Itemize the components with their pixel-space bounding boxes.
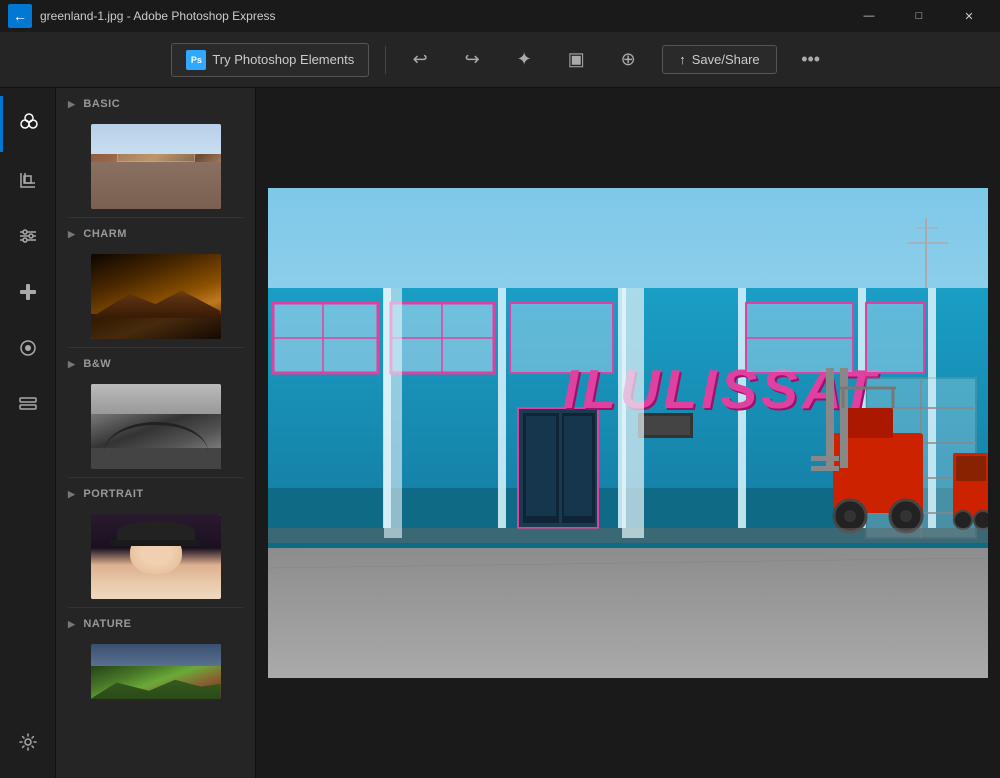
ps-icon: Ps [186,50,206,70]
settings-icon [17,731,39,753]
filter-category-portrait-label: PORTRAIT [83,488,143,500]
minimize-button[interactable]: — [846,0,892,32]
canvas-area: ILULISSAT [256,88,1000,778]
filters-icon [18,113,40,135]
titlebar-left: ← greenland-1.jpg - Adobe Photoshop Expr… [8,4,276,28]
icon-sidebar [0,88,56,778]
magic-button[interactable]: ✦ [506,42,542,78]
chevron-basic: ▶ [68,99,75,110]
more-button[interactable]: ••• [793,42,829,78]
filter-category-nature: ▶ NATURE [56,608,255,699]
maximize-button[interactable]: □ [896,0,942,32]
chevron-bw: ▶ [68,359,75,370]
sidebar-item-effects[interactable] [0,320,56,376]
filter-category-charm: ▶ CHARM [56,218,255,339]
window-title: greenland-1.jpg - Adobe Photoshop Expres… [40,9,276,23]
main-content: ▶ BASIC ▶ CHARM [0,88,1000,778]
layers-icon [17,393,39,415]
filter-category-bw: ▶ B&W [56,348,255,469]
filter-category-charm-header[interactable]: ▶ CHARM [56,218,255,250]
try-photoshop-button[interactable]: Ps Try Photoshop Elements [171,43,369,77]
heal-icon [17,281,39,303]
toolbar: Ps Try Photoshop Elements ↩ ↪ ✦ ▣ ⊕ ↑ Sa… [0,32,1000,88]
undo-button[interactable]: ↩ [402,42,438,78]
filter-preview-bw[interactable] [91,384,221,469]
titlebar: ← greenland-1.jpg - Adobe Photoshop Expr… [0,0,1000,32]
chevron-nature: ▶ [68,619,75,630]
toolbar-center: Ps Try Photoshop Elements ↩ ↪ ✦ ▣ ⊕ ↑ Sa… [171,42,828,78]
adjustments-icon [17,225,39,247]
toolbar-divider-1 [385,46,386,74]
sidebar-item-adjustments[interactable] [0,208,56,264]
chevron-portrait: ▶ [68,489,75,500]
try-photoshop-label: Try Photoshop Elements [212,52,354,67]
window-controls: — □ ✕ [846,0,992,32]
effects-icon [17,337,39,359]
chevron-charm: ▶ [68,229,75,240]
sidebar-item-settings[interactable] [0,714,56,770]
close-button[interactable]: ✕ [946,0,992,32]
filter-category-basic-label: BASIC [83,98,120,110]
filter-category-basic: ▶ BASIC [56,88,255,209]
filter-category-nature-header[interactable]: ▶ NATURE [56,608,255,640]
filter-category-bw-label: B&W [83,358,111,370]
crop-icon [17,169,39,191]
filter-panel: ▶ BASIC ▶ CHARM [56,88,256,778]
filter-category-basic-header[interactable]: ▶ BASIC [56,88,255,120]
sidebar-item-layers[interactable] [0,376,56,432]
redo-button[interactable]: ↪ [454,42,490,78]
back-button[interactable]: ← [8,4,32,28]
save-icon: ↑ [679,52,686,67]
filter-category-portrait-header[interactable]: ▶ PORTRAIT [56,478,255,510]
photo-canvas: ILULISSAT [268,188,988,678]
zoom-button[interactable]: ⊕ [610,42,646,78]
save-label: Save/Share [692,52,760,67]
filter-preview-basic[interactable] [91,124,221,209]
filter-category-nature-label: NATURE [83,618,131,630]
filter-preview-nature[interactable] [91,644,221,699]
filter-category-portrait: ▶ PORTRAIT [56,478,255,599]
save-share-button[interactable]: ↑ Save/Share [662,45,776,74]
filter-preview-portrait[interactable] [91,514,221,599]
sidebar-item-crop[interactable] [0,152,56,208]
filter-preview-charm[interactable] [91,254,221,339]
photo-container: ILULISSAT [268,188,988,678]
sidebar-item-filters[interactable] [0,96,56,152]
sidebar-item-heal[interactable] [0,264,56,320]
compare-button[interactable]: ▣ [558,42,594,78]
filter-category-bw-header[interactable]: ▶ B&W [56,348,255,380]
filter-category-charm-label: CHARM [83,228,126,240]
